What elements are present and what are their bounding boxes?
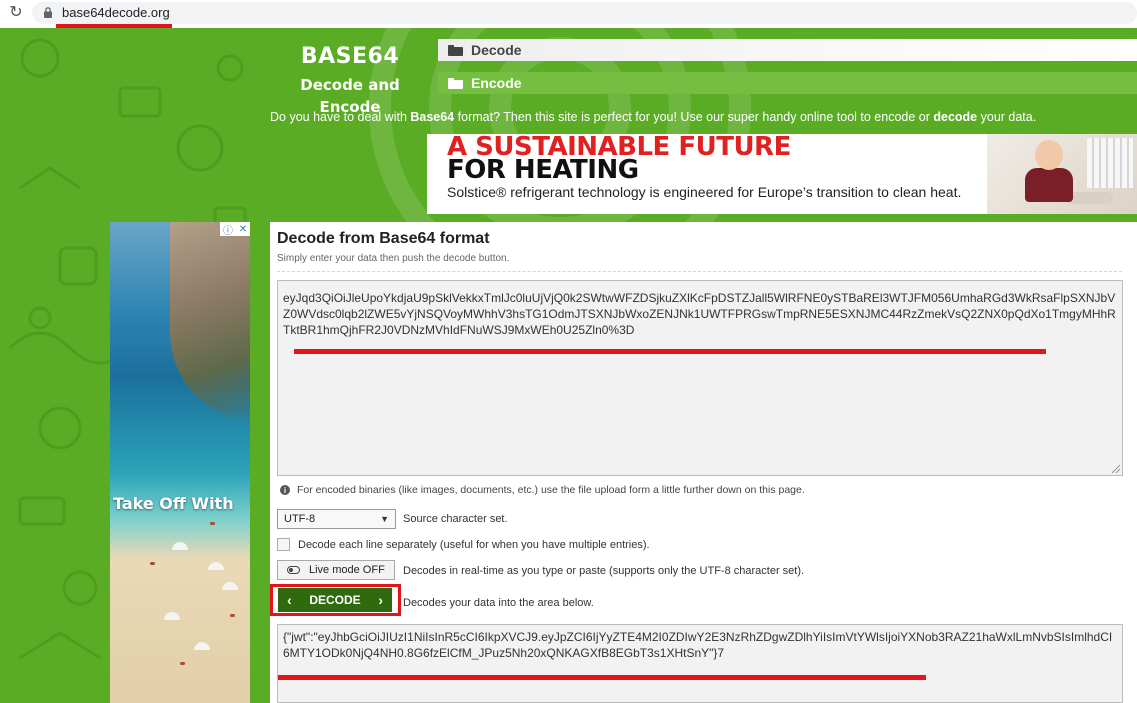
tagline-bold: decode (933, 110, 978, 124)
reload-icon[interactable]: ↻ (7, 4, 25, 22)
info-icon: ⓘ (222, 225, 233, 237)
input-textarea[interactable]: eyJqd3QiOiJleUpoYkdjaU9pSklVekkxTmlJc0lu… (277, 280, 1123, 476)
output-textarea[interactable]: {"jwt":"eyJhbGciOiJIUzI1NiIsInR5cCI6IkpX… (277, 624, 1123, 703)
decode-button[interactable]: ‹ DECODE › (278, 588, 392, 612)
top-banner-ad[interactable]: A SUSTAINABLE FUTURE FOR HEATING Solstic… (427, 134, 1137, 214)
browser-address-bar: ↻ base64decode.org (0, 0, 1137, 28)
nav-decode-label: Decode (471, 42, 522, 58)
folder-icon (448, 77, 463, 89)
live-mode-label-text: Live mode OFF (309, 564, 385, 576)
resize-handle-icon[interactable] (1112, 465, 1120, 473)
chevron-down-icon: ▼ (380, 514, 389, 524)
tagline-text: your data. (977, 110, 1037, 124)
site-tagline: Do you have to deal with Base64 format? … (270, 110, 1036, 124)
nav-encode[interactable]: Encode (438, 72, 1137, 94)
decode-button-label: DECODE (309, 593, 361, 607)
tagline-bold: Base64 (410, 110, 455, 124)
output-text: {"jwt":"eyJhbGciOiJIUzI1NiIsInR5cCI6IkpX… (283, 630, 1113, 660)
input-text: eyJqd3QiOiJleUpoYkdjaU9pSklVekkxTmlJc0lu… (283, 291, 1116, 337)
logo-title: BASE64 (300, 44, 400, 69)
ad-photo (987, 134, 1137, 214)
live-mode-toggle[interactable]: Live mode OFF (277, 560, 395, 580)
ad-headline-2: FOR HEATING (447, 155, 639, 185)
live-mode-description: Decodes in real-time as you type or past… (403, 565, 805, 577)
info-note-text: For encoded binaries (like images, docum… (297, 484, 805, 496)
ad-subline: Solstice® refrigerant technology is engi… (447, 184, 962, 200)
ad-photo-shape (194, 642, 210, 650)
decode-each-line-checkbox[interactable] (277, 538, 290, 551)
nav-decode[interactable]: Decode (438, 39, 1137, 61)
ad-photo-shape (150, 562, 155, 565)
chevron-right-icon: › (378, 592, 383, 608)
adchoices-icon[interactable]: ⓘ ✕ (220, 222, 250, 237)
decode-description: Decodes your data into the area below. (403, 597, 594, 609)
tagline-text: format? Then this site is perfect for yo… (454, 110, 934, 124)
page-background: BASE64 Decode and Encode Decode Encode D… (0, 28, 1137, 703)
panel-title: Decode from Base64 format (277, 230, 490, 247)
ad-photo-shape (180, 662, 185, 665)
tagline-text: Do you have to deal with (270, 110, 411, 124)
ad-photo-shape (1035, 140, 1063, 170)
info-icon: i (280, 485, 290, 495)
decode-panel: Decode from Base64 format Simply enter y… (270, 222, 1137, 703)
toggle-icon (287, 566, 300, 574)
close-icon: ✕ (238, 223, 248, 235)
info-note: i For encoded binaries (like images, doc… (280, 484, 805, 496)
radiator-image (1087, 138, 1133, 188)
folder-icon (448, 44, 463, 56)
side-banner-ad[interactable]: ⓘ ✕ Take Off With (110, 222, 250, 703)
ad-photo-shape (210, 522, 215, 525)
charset-value: UTF-8 (284, 513, 316, 525)
decode-each-line-label[interactable]: Decode each line separately (useful for … (298, 539, 650, 551)
url-field[interactable] (32, 2, 1137, 24)
annotation-underline (278, 675, 926, 680)
annotation-underline (294, 349, 1046, 354)
ad-photo-shape (170, 222, 250, 422)
divider (277, 271, 1122, 272)
ad-photo-shape (208, 562, 224, 570)
chevron-left-icon: ‹ (287, 592, 292, 608)
ad-text: Take Off With (113, 494, 234, 513)
site-logo[interactable]: BASE64 Decode and Encode (270, 42, 430, 118)
nav-encode-label: Encode (471, 75, 522, 91)
ad-photo-shape (230, 614, 235, 617)
url-text[interactable]: base64decode.org (62, 5, 170, 20)
charset-label: Source character set. (403, 513, 508, 525)
charset-select[interactable]: UTF-8 ▼ (277, 509, 396, 529)
lock-icon[interactable] (44, 7, 52, 18)
ad-photo-shape (222, 582, 238, 590)
ad-photo-shape (1025, 168, 1073, 202)
panel-subtitle: Simply enter your data then push the dec… (277, 253, 510, 264)
ad-photo-shape (164, 612, 180, 620)
ad-photo-shape (172, 542, 188, 550)
